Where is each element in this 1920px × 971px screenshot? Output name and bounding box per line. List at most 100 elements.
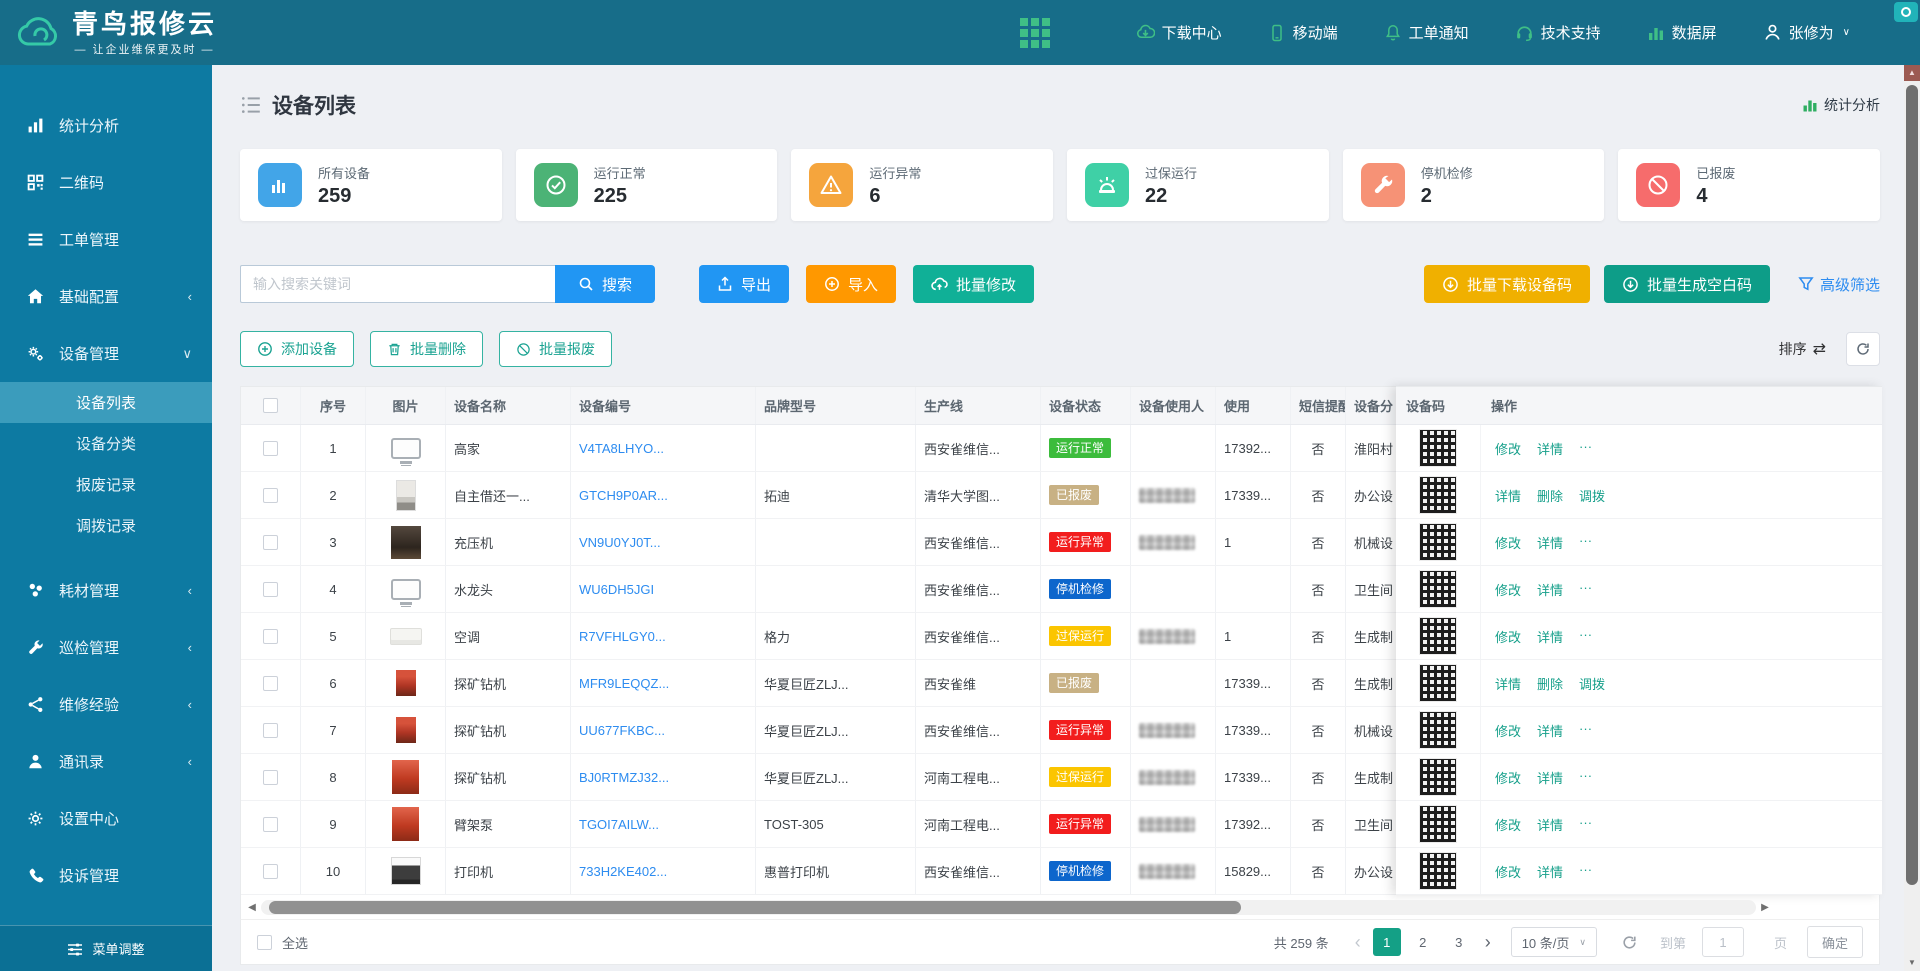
refresh-table-button[interactable]	[1846, 332, 1880, 366]
action-link[interactable]: 修改	[1495, 439, 1521, 458]
more-actions-link[interactable]: ···	[1579, 627, 1592, 646]
row-checkbox[interactable]	[263, 441, 278, 456]
action-link[interactable]: 详情	[1495, 674, 1521, 693]
action-link[interactable]: 详情	[1537, 862, 1563, 881]
more-actions-link[interactable]: ···	[1579, 815, 1592, 834]
sidebar-subitem-transfer-records[interactable]: 调拨记录	[0, 505, 212, 546]
action-link[interactable]: 修改	[1495, 721, 1521, 740]
export-button[interactable]: 导出	[699, 265, 789, 303]
statistics-link[interactable]: 统计分析	[1802, 95, 1880, 115]
apps-grid-icon[interactable]	[1020, 18, 1050, 48]
device-code-link[interactable]: TGOI7AILW...	[579, 817, 659, 832]
device-qr-code[interactable]	[1419, 805, 1457, 843]
search-button[interactable]: 搜索	[555, 265, 655, 303]
action-link[interactable]: 删除	[1537, 674, 1563, 693]
row-checkbox[interactable]	[263, 864, 278, 879]
floating-widget-button[interactable]	[1894, 2, 1918, 22]
sidebar-subitem-scrap-records[interactable]: 报废记录	[0, 464, 212, 505]
sidebar-item-qrcode[interactable]: 二维码	[0, 154, 212, 211]
page-button-2[interactable]: 2	[1409, 928, 1437, 956]
scroll-down-arrow-icon[interactable]: ▼	[1904, 955, 1920, 971]
sidebar-item-statistics[interactable]: 统计分析	[0, 97, 212, 154]
device-qr-code[interactable]	[1419, 523, 1457, 561]
action-link[interactable]: 调拨	[1579, 486, 1605, 505]
confirm-button[interactable]: 确定	[1807, 926, 1863, 958]
sidebar-item-work-orders[interactable]: 工单管理	[0, 211, 212, 268]
prev-page-button[interactable]: ‹	[1351, 932, 1365, 953]
row-checkbox[interactable]	[263, 770, 278, 785]
search-input[interactable]	[240, 265, 555, 303]
action-link[interactable]: 详情	[1495, 486, 1521, 505]
action-link[interactable]: 修改	[1495, 533, 1521, 552]
page-button-3[interactable]: 3	[1445, 928, 1473, 956]
batch-delete-button[interactable]: 批量删除	[370, 331, 483, 367]
device-qr-code[interactable]	[1419, 664, 1457, 702]
action-link[interactable]: 详情	[1537, 721, 1563, 740]
batch-edit-button[interactable]: 批量修改	[913, 265, 1034, 303]
sidebar-item-settings[interactable]: 设置中心	[0, 790, 212, 847]
footer-refresh-button[interactable]	[1621, 934, 1638, 951]
nav-tech-support[interactable]: 技术支持	[1515, 22, 1601, 43]
device-qr-code[interactable]	[1419, 852, 1457, 890]
device-qr-code[interactable]	[1419, 570, 1457, 608]
row-checkbox[interactable]	[263, 582, 278, 597]
hscroll-track[interactable]	[261, 900, 1756, 915]
action-link[interactable]: 修改	[1495, 627, 1521, 646]
device-code-link[interactable]: V4TA8LHYO...	[579, 441, 664, 456]
page-size-select[interactable]: 10 条/页 ∨	[1511, 927, 1597, 957]
device-code-link[interactable]: UU677FKBC...	[579, 723, 665, 738]
device-qr-code[interactable]	[1419, 711, 1457, 749]
action-link[interactable]: 详情	[1537, 533, 1563, 552]
sidebar-item-complaints[interactable]: 投诉管理	[0, 847, 212, 904]
sidebar-item-base-config[interactable]: 基础配置 ‹	[0, 268, 212, 325]
action-link[interactable]: 详情	[1537, 815, 1563, 834]
sidebar-item-repair-experience[interactable]: 维修经验 ‹	[0, 676, 212, 733]
scroll-up-arrow-icon[interactable]: ▲	[1904, 65, 1920, 81]
batch-scrap-button[interactable]: 批量报废	[499, 331, 612, 367]
device-code-link[interactable]: 733H2KE402...	[579, 864, 667, 879]
nav-data-screen[interactable]: 数据屏	[1647, 22, 1717, 43]
action-link[interactable]: 修改	[1495, 580, 1521, 599]
device-qr-code[interactable]	[1419, 758, 1457, 796]
sidebar-item-consumables[interactable]: 耗材管理 ‹	[0, 562, 212, 619]
action-link[interactable]: 详情	[1537, 580, 1563, 599]
device-code-link[interactable]: WU6DH5JGI	[579, 582, 654, 597]
device-code-link[interactable]: GTCH9P0AR...	[579, 488, 668, 503]
row-checkbox[interactable]	[263, 723, 278, 738]
device-code-link[interactable]: MFR9LEQQZ...	[579, 676, 669, 691]
more-actions-link[interactable]: ···	[1579, 721, 1592, 740]
next-page-button[interactable]: ›	[1481, 932, 1495, 953]
action-link[interactable]: 删除	[1537, 486, 1563, 505]
hscroll-thumb[interactable]	[269, 901, 1241, 914]
select-all-checkbox[interactable]	[263, 398, 278, 413]
action-link[interactable]: 修改	[1495, 768, 1521, 787]
sidebar-item-device-mgmt[interactable]: 设备管理 ∨	[0, 325, 212, 382]
more-actions-link[interactable]: ···	[1579, 768, 1592, 787]
nav-mobile[interactable]: 移动端	[1268, 22, 1338, 43]
import-button[interactable]: 导入	[806, 265, 896, 303]
vertical-scrollbar[interactable]: ▲ ▼	[1904, 65, 1920, 971]
menu-adjust-button[interactable]: 菜单调整	[0, 925, 212, 971]
nav-order-notify[interactable]: 工单通知	[1384, 22, 1469, 43]
device-code-link[interactable]: R7VFHLGY0...	[579, 629, 666, 644]
device-qr-code[interactable]	[1419, 429, 1457, 467]
row-checkbox[interactable]	[263, 488, 278, 503]
action-link[interactable]: 详情	[1537, 627, 1563, 646]
device-code-link[interactable]: VN9U0YJ0T...	[579, 535, 661, 550]
batch-generate-codes-button[interactable]: 批量生成空白码	[1604, 265, 1770, 303]
action-link[interactable]: 详情	[1537, 768, 1563, 787]
user-menu[interactable]: 张修为 ∨	[1763, 22, 1850, 43]
more-actions-link[interactable]: ···	[1579, 580, 1592, 599]
more-actions-link[interactable]: ···	[1579, 862, 1592, 881]
device-code-link[interactable]: BJ0RTMZJ32...	[579, 770, 669, 785]
scroll-right-arrow-icon[interactable]: ▶	[1758, 902, 1772, 913]
nav-download-center[interactable]: 下载中心	[1136, 22, 1222, 43]
add-device-button[interactable]: 添加设备	[240, 331, 354, 367]
action-link[interactable]: 调拨	[1579, 674, 1605, 693]
action-link[interactable]: 详情	[1537, 439, 1563, 458]
sidebar-item-inspection[interactable]: 巡检管理 ‹	[0, 619, 212, 676]
row-checkbox[interactable]	[263, 629, 278, 644]
device-qr-code[interactable]	[1419, 476, 1457, 514]
more-actions-link[interactable]: ···	[1579, 439, 1592, 458]
device-qr-code[interactable]	[1419, 617, 1457, 655]
